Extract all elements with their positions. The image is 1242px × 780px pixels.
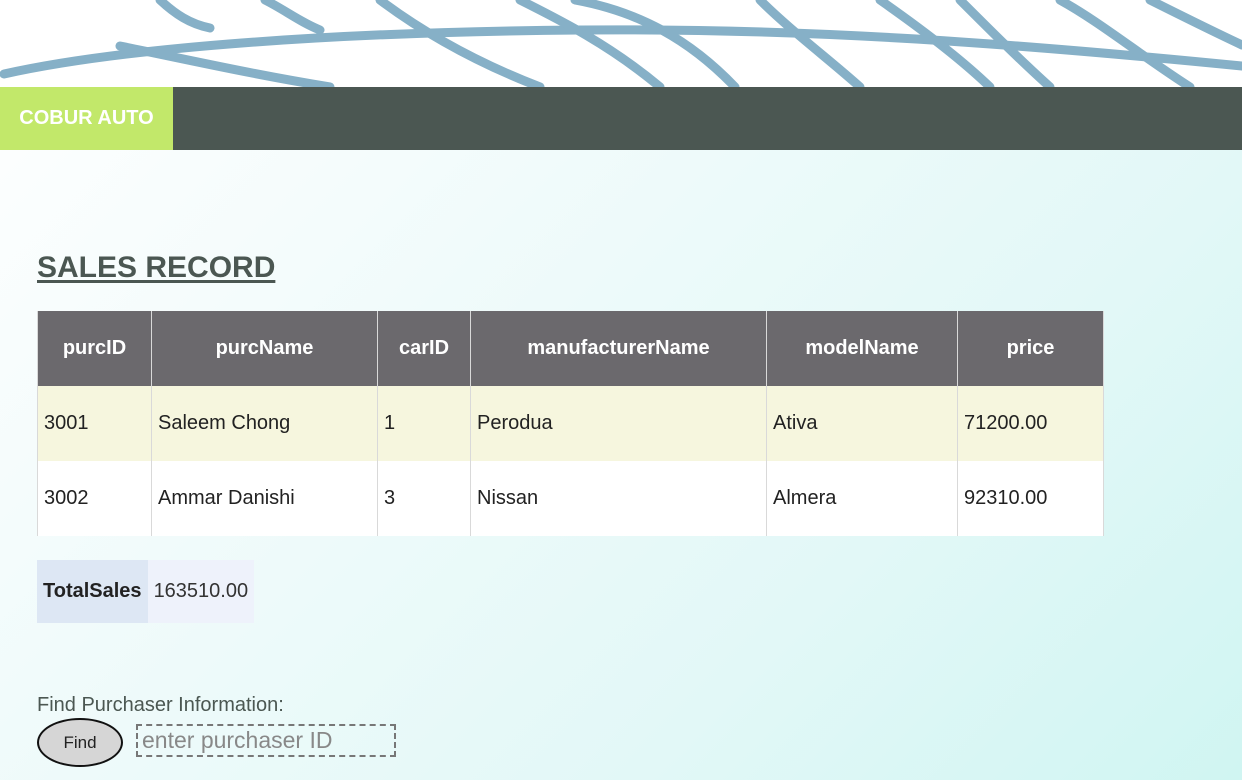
- cell-carid: 1: [377, 386, 471, 461]
- cell-purcname: Ammar Danishi: [151, 461, 378, 536]
- column-header-carid: carID: [377, 311, 471, 386]
- top-navbar: COBUR AUTO: [0, 87, 1242, 150]
- cell-price: 92310.00: [957, 461, 1104, 536]
- table-row: 3002 Ammar Danishi 3 Nissan Almera 92310…: [37, 461, 1104, 536]
- column-header-manufacturername: manufacturerName: [470, 311, 767, 386]
- column-header-price: price: [957, 311, 1104, 386]
- wave-pattern-decoration-icon: [0, 0, 1242, 87]
- total-sales-label: TotalSales: [37, 560, 148, 623]
- find-button[interactable]: Find: [37, 718, 123, 767]
- total-sales-row: TotalSales 163510.00: [37, 560, 255, 623]
- cell-modelname: Almera: [766, 461, 958, 536]
- table-header-row: purcID purcName carID manufacturerName m…: [37, 311, 1104, 386]
- cell-purcid: 3001: [37, 386, 152, 461]
- page-title: SALES RECORD: [37, 251, 276, 284]
- purchaser-id-input[interactable]: [136, 724, 396, 757]
- cell-purcid: 3002: [37, 461, 152, 536]
- column-header-purcid: purcID: [37, 311, 152, 386]
- cell-purcname: Saleem Chong: [151, 386, 378, 461]
- column-header-modelname: modelName: [766, 311, 958, 386]
- find-purchaser-label: Find Purchaser Information:: [37, 694, 284, 716]
- cell-carid: 3: [377, 461, 471, 536]
- brand-link[interactable]: COBUR AUTO: [0, 87, 173, 150]
- sales-record-table: purcID purcName carID manufacturerName m…: [37, 311, 1104, 536]
- cell-manufacturername: Perodua: [470, 386, 767, 461]
- cell-manufacturername: Nissan: [470, 461, 767, 536]
- cell-price: 71200.00: [957, 386, 1104, 461]
- column-header-purcname: purcName: [151, 311, 378, 386]
- total-sales-value: 163510.00: [147, 560, 255, 623]
- header-banner: [0, 0, 1242, 87]
- table-row: 3001 Saleem Chong 1 Perodua Ativa 71200.…: [37, 386, 1104, 461]
- cell-modelname: Ativa: [766, 386, 958, 461]
- total-sales-table: TotalSales 163510.00: [37, 560, 255, 623]
